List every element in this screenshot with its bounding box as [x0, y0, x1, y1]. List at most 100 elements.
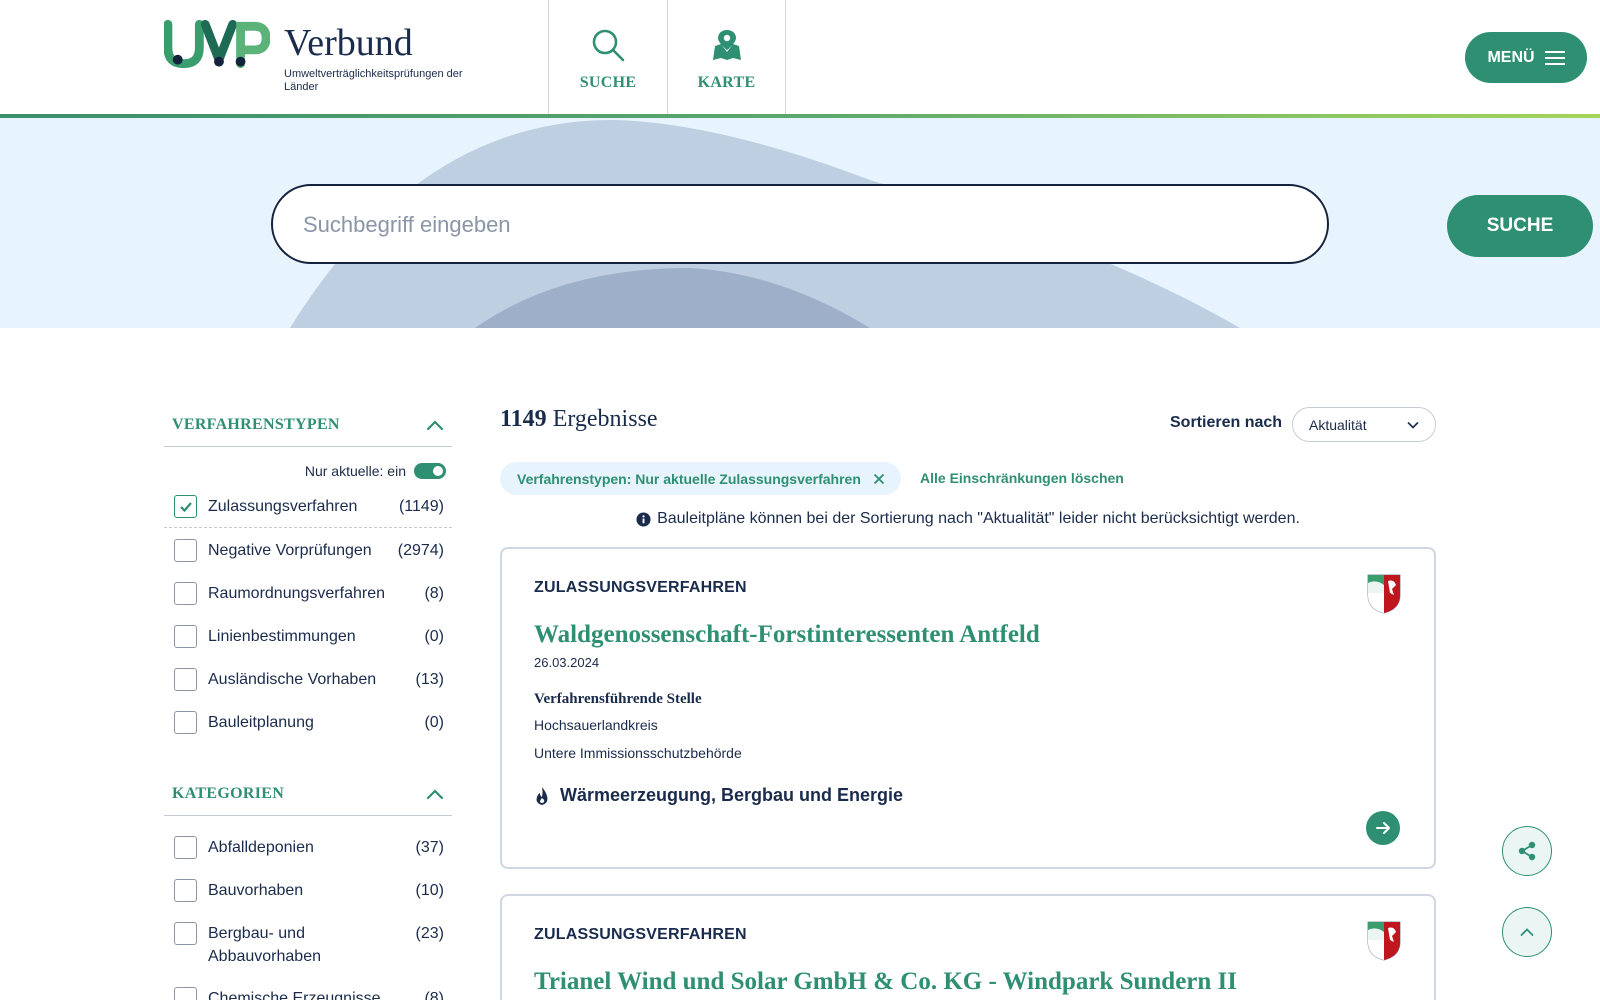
card-authority-2: Untere Immissionsschutzbehörde [534, 745, 742, 761]
toggle-row-current: Nur aktuelle: ein [164, 460, 446, 482]
facet-divider [164, 527, 452, 528]
facet-item-zulassungsverfahren[interactable]: Zulassungsverfahren (1149) [174, 495, 444, 518]
facet-title-kategorien: KATEGORIEN [172, 784, 285, 802]
result-card[interactable]: ZULASSUNGSVERFAHREN Trianel Wind und Sol… [500, 894, 1436, 1000]
facet-count: (0) [424, 714, 444, 731]
info-icon [636, 511, 651, 527]
facet-count: (13) [415, 671, 444, 688]
nrw-crest-icon [1367, 921, 1401, 961]
share-button[interactable] [1502, 826, 1552, 876]
menu-button[interactable]: MENÜ [1465, 32, 1587, 83]
sort-value: Aktualität [1309, 416, 1367, 433]
checkbox[interactable] [174, 625, 197, 648]
remove-filter-button[interactable] [873, 473, 885, 485]
facet-title-verfahrenstypen: VERFAHRENSTYPEN [172, 415, 340, 433]
search-button[interactable]: SUCHE [1447, 195, 1593, 257]
chevron-up-icon [426, 419, 444, 430]
facet-item-chemische-erzeugnisse[interactable]: Chemische Erzeugnisse (8) [174, 987, 444, 1000]
uvp-logo-mark-icon [164, 20, 270, 68]
facet-item-auslaendische-vorhaben[interactable]: Ausländische Vorhaben (13) [174, 668, 444, 691]
facet-item-bauleitplanung[interactable]: Bauleitplanung (0) [174, 711, 444, 734]
card-type: ZULASSUNGSVERFAHREN [534, 579, 747, 596]
logo-subtitle: Umweltverträglichkeitsprüfungen der Länd… [284, 68, 463, 93]
nrw-crest-icon [1367, 574, 1401, 614]
search-box: SUCHE [271, 184, 1593, 264]
map-pin-icon [712, 30, 741, 60]
share-icon [1518, 841, 1536, 861]
checkbox-checked[interactable] [174, 495, 197, 518]
results-count-number: 1149 [500, 406, 547, 432]
nav-tab-karte[interactable]: KARTE [667, 0, 786, 116]
card-title[interactable]: Waldgenossenschaft-Forstinteressenten An… [534, 621, 1040, 649]
facet-label: Linienbestimmungen [208, 628, 356, 645]
facet-item-linienbestimmungen[interactable]: Linienbestimmungen (0) [174, 625, 444, 648]
facet-count: (8) [424, 585, 444, 602]
checkbox[interactable] [174, 987, 197, 1000]
menu-label: MENÜ [1487, 48, 1535, 66]
facet-label: Negative Vorprüfungen [208, 542, 372, 559]
checkbox[interactable] [174, 922, 197, 945]
facet-label: Bergbau- und Abbauvorhaben [208, 925, 321, 965]
nav-tab-suche[interactable]: SUCHE [548, 0, 667, 116]
nav-label-suche: SUCHE [579, 74, 637, 91]
checkbox[interactable] [174, 836, 197, 859]
sort-select[interactable]: Aktualität [1292, 407, 1436, 442]
card-category-label: Wärmeerzeugung, Bergbau und Energie [560, 785, 904, 805]
facet-item-bergbau[interactable]: Bergbau- und Abbauvorhaben (23) [174, 922, 444, 968]
facet-count: (37) [415, 839, 444, 856]
card-date: 26.03.2024 [534, 655, 600, 670]
facet-count: (0) [424, 628, 444, 645]
results-count-label: Ergebnisse [552, 406, 658, 432]
facet-item-abfalldeponien[interactable]: Abfalldeponien (37) [174, 836, 444, 859]
card-authority-1: Hochsauerlandkreis [534, 717, 658, 733]
scroll-to-top-button[interactable] [1502, 907, 1552, 957]
facet-item-raumordnungsverfahren[interactable]: Raumordnungsverfahren (8) [174, 582, 444, 605]
facet-item-negative-vorpruefungen[interactable]: Negative Vorprüfungen (2974) [174, 539, 444, 562]
flame-icon [536, 786, 548, 805]
chevron-down-icon [1407, 421, 1419, 429]
facet-count: (23) [415, 925, 444, 942]
toggle-label: Nur aktuelle: ein [304, 463, 406, 479]
facet-label: Bauleitplanung [208, 714, 314, 731]
facet-label: Abfalldeponien [208, 839, 314, 856]
facet-item-bauvorhaben[interactable]: Bauvorhaben (10) [174, 879, 444, 902]
search-input[interactable] [303, 206, 1133, 244]
card-category: Wärmeerzeugung, Bergbau und Energie [534, 785, 903, 806]
chevron-up-icon [426, 788, 444, 799]
chevron-up-icon [1520, 928, 1534, 936]
facet-label: Raumordnungsverfahren [208, 585, 385, 602]
close-icon [873, 473, 885, 484]
facet-label: Chemische Erzeugnisse [208, 990, 381, 1000]
info-note-text: Bauleitpläne können bei der Sortierung n… [657, 510, 1300, 527]
logo-title: Verbund [284, 22, 413, 64]
search-button-label: SUCHE [1486, 215, 1554, 236]
hamburger-icon [1544, 50, 1565, 65]
checkbox[interactable] [174, 668, 197, 691]
facet-label: Bauvorhaben [208, 882, 304, 899]
search-icon [592, 29, 625, 62]
checkbox[interactable] [174, 582, 197, 605]
result-card[interactable]: ZULASSUNGSVERFAHREN Waldgenossenschaft-F… [500, 547, 1436, 869]
facet-header-verfahrenstypen[interactable]: VERFAHRENSTYPEN [164, 403, 452, 447]
facet-count: (2974) [397, 542, 444, 559]
current-only-toggle[interactable] [414, 463, 446, 479]
info-note: Bauleitpläne können bei der Sortierung n… [500, 510, 1436, 528]
active-filter-chip: Verfahrenstypen: Nur aktuelle Zulassungs… [500, 462, 901, 495]
card-type: ZULASSUNGSVERFAHREN [534, 926, 747, 943]
checkbox[interactable] [174, 711, 197, 734]
clear-all-filters-link[interactable]: Alle Einschränkungen löschen [920, 470, 1124, 486]
facet-label: Ausländische Vorhaben [208, 671, 377, 688]
uvp-logo[interactable]: Verbund Umweltverträglichkeitsprüfungen … [164, 20, 464, 100]
site-header: Verbund Umweltverträglichkeitsprüfungen … [0, 0, 1600, 116]
checkbox[interactable] [174, 539, 197, 562]
card-title[interactable]: Trianel Wind und Solar GmbH & Co. KG - W… [534, 968, 1237, 996]
facet-label: Zulassungsverfahren [208, 498, 358, 515]
arrow-right-icon [1376, 822, 1390, 834]
facet-count: (10) [415, 882, 444, 899]
checkmark-icon [179, 501, 192, 512]
facet-count: (8) [424, 990, 444, 1000]
open-detail-button[interactable] [1366, 811, 1400, 845]
facet-header-kategorien[interactable]: KATEGORIEN [164, 772, 452, 816]
results-count: 1149 Ergebnisse [500, 406, 658, 433]
checkbox[interactable] [174, 879, 197, 902]
